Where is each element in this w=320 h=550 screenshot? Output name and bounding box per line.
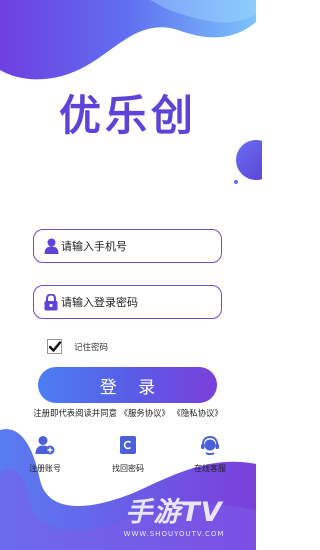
watermark-url: WWW.SHOUYOUTV.COM: [123, 530, 225, 538]
lock-icon: [43, 293, 59, 311]
register-icon: [34, 434, 56, 456]
find-password-button[interactable]: 找回密码: [98, 434, 158, 474]
checkmark-icon: [48, 341, 61, 352]
online-service-button[interactable]: 在线客服: [180, 434, 240, 474]
register-account-button[interactable]: 注册账号: [15, 434, 75, 474]
agreement-prefix: 注册即代表阅读并同意: [33, 408, 117, 418]
app-logo: 优乐创: [58, 91, 197, 140]
password-input[interactable]: [61, 295, 211, 309]
remember-password[interactable]: 记住密码: [47, 339, 108, 354]
remember-label: 记住密码: [74, 342, 109, 353]
user-icon: [43, 237, 59, 255]
login-button[interactable]: 登 录: [38, 367, 217, 403]
register-label: 注册账号: [29, 464, 61, 473]
phone-field[interactable]: [33, 229, 222, 263]
watermark: 手游TV WWW.SHOUYOUTV.COM: [104, 497, 244, 539]
agreement-text: 注册即代表阅读并同意 《服务协议》 《隐私协议》: [0, 407, 256, 419]
find-password-icon: [117, 434, 139, 456]
phone-input[interactable]: [61, 239, 211, 253]
service-agreement-link[interactable]: 《服务协议》: [120, 408, 170, 418]
side-bubble-decoration: [234, 140, 262, 184]
find-password-label: 找回密码: [112, 464, 144, 473]
privacy-agreement-link[interactable]: 《隐私协议》: [173, 408, 223, 418]
online-service-label: 在线客服: [194, 464, 226, 473]
customer-service-icon: [199, 434, 221, 456]
password-field[interactable]: [33, 285, 222, 319]
remember-checkbox[interactable]: [47, 339, 62, 354]
watermark-text: 手游TV: [125, 497, 223, 528]
